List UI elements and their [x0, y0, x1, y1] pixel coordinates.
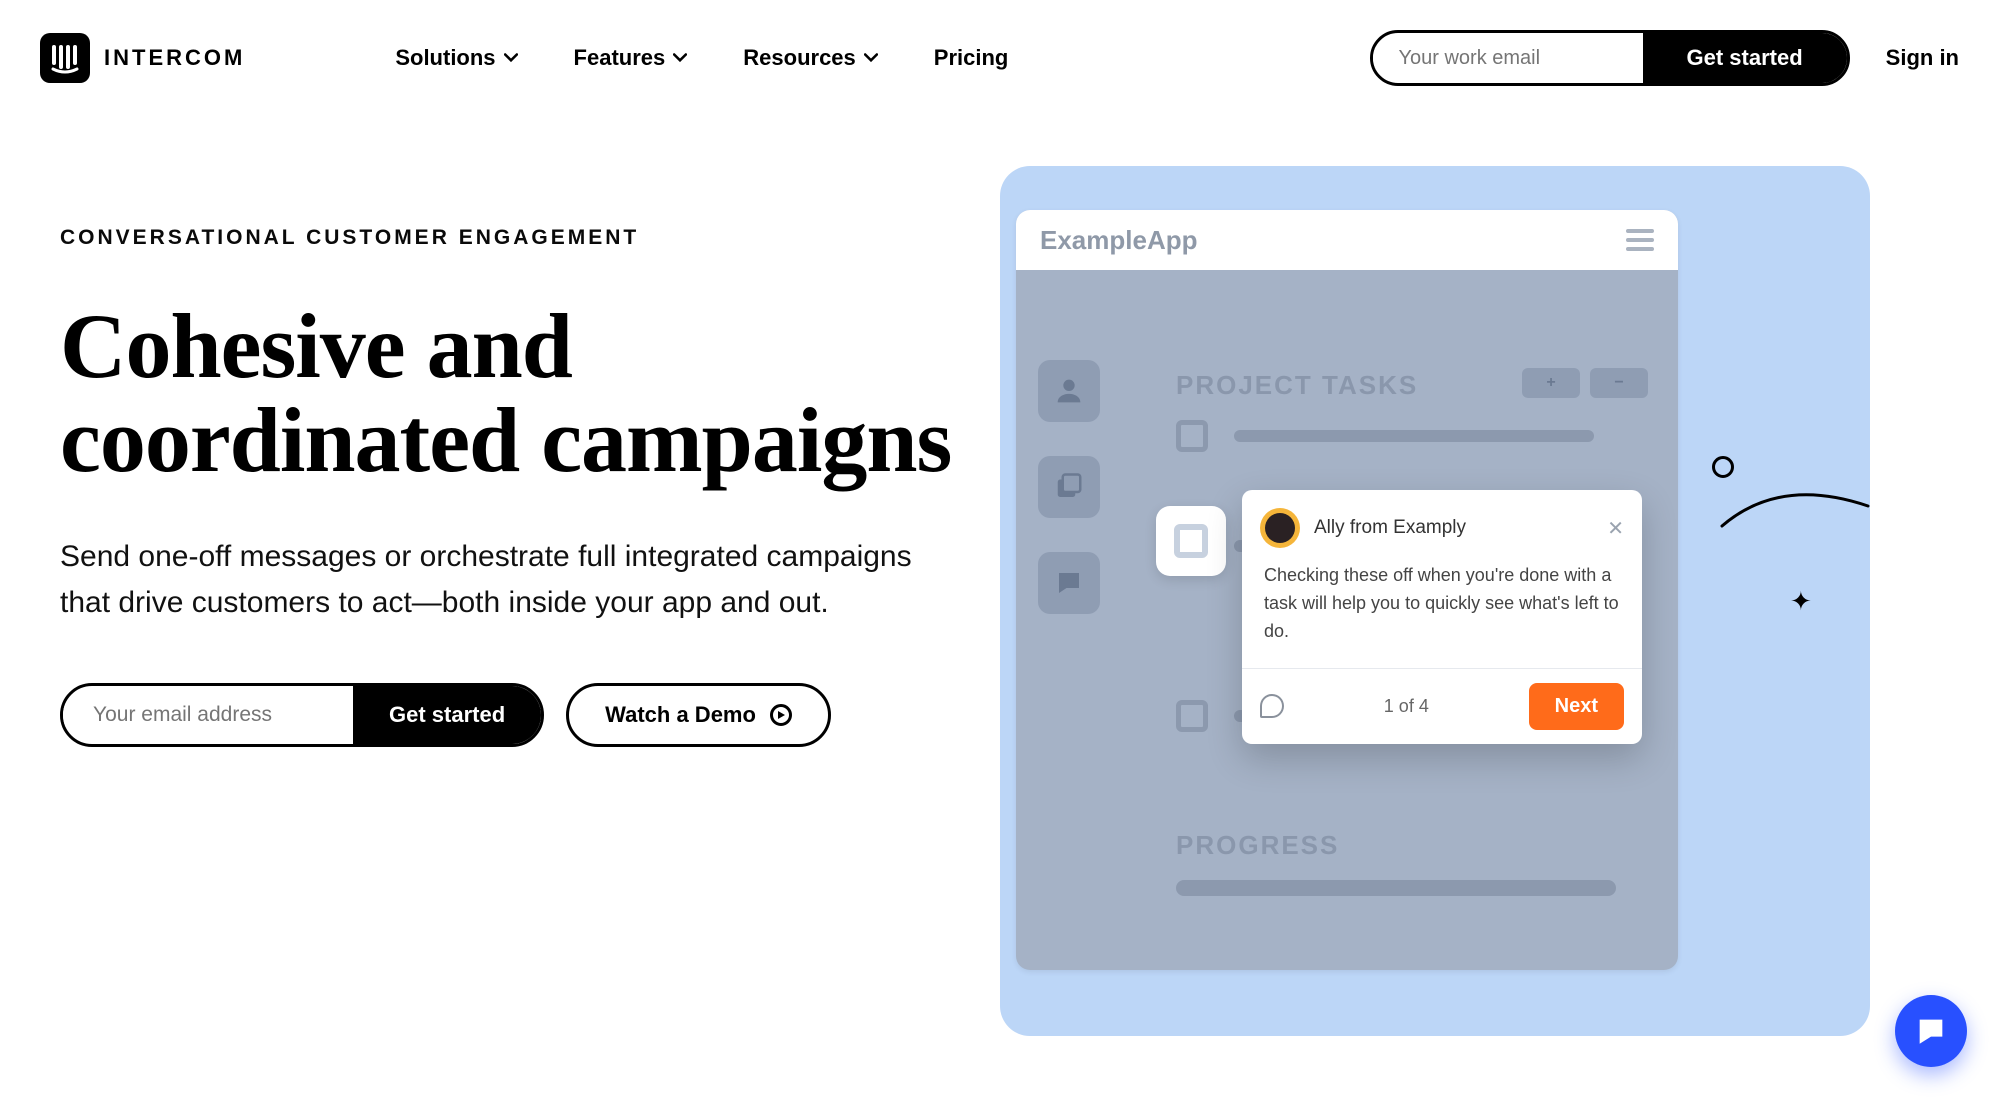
placeholder-bar: [1234, 430, 1594, 442]
doodle-sparkle-icon: ✦: [1790, 586, 1812, 617]
nav-label: Features: [574, 45, 666, 71]
example-app-header: ExampleApp: [1016, 210, 1678, 270]
example-app-sidebar: [1038, 360, 1100, 614]
user-icon: [1038, 360, 1100, 422]
hero-illustration: ExampleApp PROJECT TASKS + −: [1000, 226, 1939, 747]
highlighted-checkbox: [1156, 506, 1226, 576]
nav-solutions[interactable]: Solutions: [395, 45, 517, 71]
primary-nav: Solutions Features Resources Pricing: [395, 45, 1008, 71]
progress-placeholder-bar: [1176, 880, 1616, 896]
section-progress: PROGRESS: [1176, 830, 1339, 861]
section-project-tasks: PROJECT TASKS: [1176, 370, 1418, 401]
logo-text: INTERCOM: [104, 45, 245, 71]
hero-get-started-button[interactable]: Get started: [353, 686, 541, 744]
example-app-title: ExampleApp: [1040, 225, 1198, 256]
checkbox-icon: [1176, 420, 1208, 452]
example-app-window: ExampleApp PROJECT TASKS + −: [1016, 210, 1678, 970]
nav-label: Pricing: [934, 45, 1009, 71]
close-icon[interactable]: ✕: [1607, 516, 1624, 541]
nav-resources[interactable]: Resources: [743, 45, 878, 71]
nav-features[interactable]: Features: [574, 45, 688, 71]
logo-mark-icon: [40, 33, 90, 83]
hero-section: CONVERSATIONAL CUSTOMER ENGAGEMENT Cohes…: [0, 116, 1999, 747]
site-header: INTERCOM Solutions Features Resources Pr…: [0, 0, 1999, 116]
illustration-canvas: ExampleApp PROJECT TASKS + −: [1000, 166, 1870, 1036]
task-controls: + −: [1522, 368, 1648, 398]
nav-label: Resources: [743, 45, 856, 71]
avatar: [1260, 508, 1300, 548]
play-icon: [770, 704, 792, 726]
tooltip-footer: 1 of 4 Next: [1242, 668, 1642, 744]
work-email-input[interactable]: [1373, 47, 1643, 70]
tooltip-body: Checking these off when you're done with…: [1242, 558, 1642, 668]
messenger-icon: [1914, 1014, 1948, 1048]
page-headline: Cohesive and coordinated campaigns: [60, 300, 960, 488]
chevron-down-icon: [673, 51, 687, 65]
email-input[interactable]: [63, 703, 353, 727]
chevron-down-icon: [504, 51, 518, 65]
sign-in-link[interactable]: Sign in: [1886, 45, 1959, 71]
task-row: [1176, 420, 1594, 452]
files-icon: [1038, 456, 1100, 518]
intercom-launcher-button[interactable]: [1895, 995, 1967, 1067]
tooltip-author: Ally from Examply: [1314, 517, 1466, 539]
logo[interactable]: INTERCOM: [40, 33, 245, 83]
hero-signup-form: Get started: [60, 683, 544, 747]
hero-copy: CONVERSATIONAL CUSTOMER ENGAGEMENT Cohes…: [60, 226, 960, 747]
checkbox-icon: [1176, 700, 1208, 732]
minus-icon: −: [1590, 368, 1648, 398]
speech-bubble-icon[interactable]: [1260, 694, 1284, 718]
hamburger-icon: [1626, 229, 1654, 251]
page-subhead: Send one-off messages or orchestrate ful…: [60, 534, 920, 627]
onboarding-tooltip: Ally from Examply ✕ Checking these off w…: [1242, 490, 1642, 744]
doodle-circle-icon: [1712, 456, 1734, 478]
nav-label: Solutions: [395, 45, 495, 71]
tooltip-step: 1 of 4: [1284, 696, 1529, 717]
cta-row: Get started Watch a Demo: [60, 683, 960, 747]
get-started-button[interactable]: Get started: [1643, 33, 1847, 83]
doodle-swoosh-icon: [1720, 486, 1870, 536]
header-right: Get started Sign in: [1370, 30, 1959, 86]
chat-icon: [1038, 552, 1100, 614]
example-app-body: PROJECT TASKS + − Ally from Examply ✕: [1016, 270, 1678, 970]
nav-pricing[interactable]: Pricing: [934, 45, 1009, 71]
next-button[interactable]: Next: [1529, 683, 1624, 730]
plus-icon: +: [1522, 368, 1580, 398]
tooltip-header: Ally from Examply ✕: [1242, 490, 1642, 558]
watch-demo-button[interactable]: Watch a Demo: [566, 683, 831, 747]
header-signup-form: Get started: [1370, 30, 1850, 86]
eyebrow: CONVERSATIONAL CUSTOMER ENGAGEMENT: [60, 226, 960, 250]
demo-label: Watch a Demo: [605, 702, 756, 728]
chevron-down-icon: [864, 51, 878, 65]
